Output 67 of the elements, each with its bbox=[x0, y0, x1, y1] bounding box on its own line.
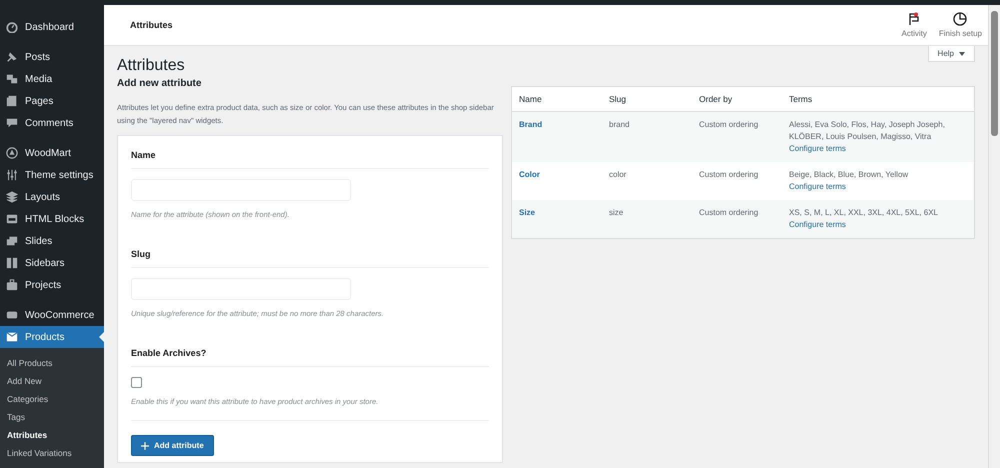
table-cell: Custom ordering bbox=[699, 120, 758, 129]
header-action-button[interactable]: Activity bbox=[896, 12, 933, 38]
field-label: Name bbox=[131, 142, 489, 169]
checkbox[interactable] bbox=[131, 377, 142, 388]
flag-icon bbox=[907, 12, 922, 26]
table-cell: Custom ordering bbox=[699, 208, 758, 217]
sidebar-item[interactable]: Sidebars bbox=[0, 252, 104, 274]
table-cell: Custom ordering bbox=[699, 170, 758, 179]
sidebar-item[interactable]: Posts bbox=[0, 46, 104, 68]
sidebar-item[interactable]: Projects bbox=[0, 274, 104, 296]
submenu-item[interactable]: Categories bbox=[0, 390, 104, 408]
attribute-link[interactable]: Size bbox=[519, 208, 536, 217]
sidebar-item[interactable]: Products bbox=[0, 326, 104, 348]
table-cell: size bbox=[609, 208, 624, 217]
slides-icon bbox=[6, 235, 18, 247]
terms-text: Beige, Black, Blue, Brown, Yellow bbox=[789, 169, 910, 181]
sidebar-item[interactable]: WooCommerce bbox=[0, 304, 104, 326]
sidebar-item[interactable]: Dashboard bbox=[0, 16, 104, 38]
sidebar-item[interactable]: Comments bbox=[0, 112, 104, 134]
configure-terms-link[interactable]: Configure terms bbox=[789, 220, 846, 229]
add-attribute-button[interactable]: Add attribute bbox=[131, 435, 214, 456]
attribute-link[interactable]: Brand bbox=[519, 120, 542, 129]
blocks-icon bbox=[6, 213, 18, 225]
pages-icon bbox=[6, 95, 18, 107]
terms-text: XS, S, M, L, XL, XXL, 3XL, 4XL, 5XL, 6XL bbox=[789, 207, 939, 219]
column-header: Slug bbox=[609, 94, 626, 104]
media-icon bbox=[6, 73, 18, 85]
table-cell: color bbox=[609, 170, 626, 179]
logo-icon bbox=[6, 147, 18, 159]
header-action-button[interactable]: Finish setup bbox=[932, 12, 988, 38]
comment-icon bbox=[6, 117, 18, 129]
page-heading: Attributes bbox=[117, 57, 186, 75]
terms-text: Alessi, Eva Solo, Flos, Hay, Joseph Joseph, KLÖBER, Louis Poulsen, Magisso, Vitra bbox=[789, 119, 946, 143]
sidebar-item[interactable]: Pages bbox=[0, 90, 104, 112]
scrollbar[interactable] bbox=[988, 5, 1000, 468]
sidebar-item[interactable]: Slides bbox=[0, 230, 104, 252]
progress-icon bbox=[953, 12, 968, 26]
configure-terms-link[interactable]: Configure terms bbox=[789, 144, 846, 153]
briefcase-icon bbox=[6, 279, 18, 291]
column-header: Order by bbox=[699, 94, 732, 104]
sliders-icon bbox=[6, 169, 18, 181]
sidebar-item[interactable]: WoodMart bbox=[0, 142, 104, 164]
sidebar-item[interactable]: Layouts bbox=[0, 186, 104, 208]
table-cell: brand bbox=[609, 120, 630, 129]
caret-icon bbox=[959, 52, 965, 56]
pin-icon bbox=[6, 51, 18, 63]
column-header: Name bbox=[519, 94, 542, 104]
configure-terms-link[interactable]: Configure terms bbox=[789, 182, 846, 191]
layers-icon bbox=[6, 191, 18, 203]
section-heading: Add new attribute bbox=[117, 78, 202, 89]
submenu-item[interactable]: All Products bbox=[0, 354, 104, 372]
column-header: Terms bbox=[789, 94, 812, 104]
attribute-link[interactable]: Color bbox=[519, 170, 540, 179]
submenu-item[interactable]: Attributes bbox=[0, 426, 104, 444]
help-button[interactable]: Help bbox=[928, 46, 975, 62]
field-label: Enable Archives? bbox=[131, 340, 489, 367]
dashboard-icon bbox=[6, 21, 18, 33]
columns-icon bbox=[6, 257, 18, 269]
plus-icon bbox=[141, 442, 149, 450]
field-label: Slug bbox=[131, 241, 489, 268]
submenu-item[interactable]: Tags bbox=[0, 408, 104, 426]
sidebar-item[interactable]: HTML Blocks bbox=[0, 208, 104, 230]
sidebar-item[interactable]: Media bbox=[0, 68, 104, 90]
submenu-item[interactable]: Linked Variations bbox=[0, 444, 104, 462]
submenu-item[interactable]: Add New bbox=[0, 372, 104, 390]
page-title: Attributes bbox=[130, 20, 174, 30]
sidebar-item[interactable]: Theme settings bbox=[0, 164, 104, 186]
